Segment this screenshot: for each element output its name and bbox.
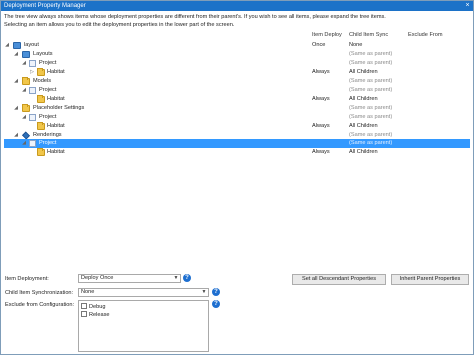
tree-row-selected[interactable]: ◢ Project (Same as parent)	[4, 139, 470, 148]
expand-arrow-icon[interactable]: ◢	[21, 139, 27, 148]
inherit-parent-properties-button[interactable]: Inherit Parent Properties	[391, 274, 469, 285]
child-sync-value: All Children	[349, 149, 378, 155]
tree-item-name: Habitat	[47, 69, 65, 75]
folder-icon	[37, 148, 45, 156]
expand-arrow-icon[interactable]: ◢	[13, 104, 19, 113]
tree-item-name: Project	[39, 60, 57, 66]
deployment-property-manager-window: Deployment Property Manager × The tree v…	[0, 0, 474, 355]
help-icon[interactable]: ?	[212, 288, 220, 296]
configuration-debug-checkbox[interactable]: Debug	[81, 303, 105, 311]
child-item-sync-label: Child Item Synchronization:	[5, 290, 74, 296]
description: The tree view always shows items whose d…	[4, 14, 470, 29]
expand-arrow-icon[interactable]: ◢	[21, 86, 27, 95]
folder-icon	[37, 95, 45, 103]
item-deploy-value: Once	[312, 42, 326, 48]
folder-icon	[22, 104, 30, 112]
child-item-sync-select[interactable]: None ▼	[78, 288, 209, 297]
help-icon[interactable]: ?	[183, 274, 191, 282]
page-icon	[29, 60, 36, 67]
child-sync-value: All Children	[349, 69, 378, 75]
tree-item-name: layout	[24, 42, 39, 48]
description-line-1: The tree view always shows items whose d…	[4, 14, 386, 20]
configuration-list[interactable]: Debug Release	[78, 300, 209, 352]
checkbox-icon	[81, 311, 87, 317]
page-icon	[29, 87, 36, 94]
configuration-release-checkbox[interactable]: Release	[81, 311, 110, 319]
tree-row[interactable]: Habitat Always All Children	[4, 148, 470, 157]
page-icon	[29, 140, 36, 147]
child-sync-value: (Same as parent)	[349, 87, 393, 93]
folder-icon	[37, 68, 45, 76]
tree-row[interactable]: Habitat Always All Children	[4, 95, 470, 104]
column-header-item-deploy[interactable]: Item Deploy	[312, 32, 342, 40]
configuration-name: Debug	[89, 304, 106, 310]
tree-row[interactable]: ◢ layout Once None	[4, 41, 470, 50]
item-deploy-value: Always	[312, 96, 330, 102]
page-icon	[29, 114, 36, 121]
child-sync-value: (Same as parent)	[349, 78, 393, 84]
tree-item-name: Models	[33, 78, 52, 84]
tree-row[interactable]: ◢ Project (Same as parent)	[4, 113, 470, 122]
tree-row[interactable]: ◢ Project (Same as parent)	[4, 59, 470, 68]
child-sync-value: (Same as parent)	[349, 140, 393, 146]
item-deploy-value: Always	[312, 69, 330, 75]
column-header-child-item-sync[interactable]: Child Item Sync	[349, 32, 388, 40]
folder-icon	[37, 122, 45, 130]
tree-item-name: Habitat	[47, 96, 65, 102]
checkbox-icon	[81, 303, 87, 309]
tree-row[interactable]: ◢ Placeholder Settings (Same as parent)	[4, 104, 470, 113]
child-sync-value: (Same as parent)	[349, 51, 393, 57]
item-deploy-value: Always	[312, 149, 330, 155]
exclude-from-configuration-label: Exclude from Configuration:	[5, 302, 75, 308]
chevron-down-icon: ▼	[201, 289, 207, 295]
set-all-descendant-properties-button[interactable]: Set all Descendant Properties	[292, 274, 386, 285]
expand-arrow-icon[interactable]: ◢	[21, 59, 27, 68]
folder-icon	[22, 77, 30, 85]
deployment-properties-panel: Item Deployment: Deploy Once ▼ ? Child I…	[1, 271, 473, 355]
child-sync-value: (Same as parent)	[349, 60, 393, 66]
item-deploy-value: Always	[312, 123, 330, 129]
layout-icon	[13, 42, 21, 49]
tree-item-name: Project	[39, 114, 57, 120]
collapsed-arrow-icon[interactable]: ▷	[29, 68, 35, 77]
child-sync-value: (Same as parent)	[349, 114, 393, 120]
child-sync-value: All Children	[349, 96, 378, 102]
child-sync-value: (Same as parent)	[349, 105, 393, 111]
tree-row[interactable]: ◢ Layouts (Same as parent)	[4, 50, 470, 59]
layouts-icon	[22, 51, 30, 58]
close-icon[interactable]: ×	[463, 2, 472, 10]
expand-arrow-icon[interactable]: ◢	[4, 41, 10, 50]
title-bar: Deployment Property Manager ×	[1, 1, 473, 11]
child-item-sync-value: None	[81, 289, 95, 295]
tree-item-name: Layouts	[33, 51, 53, 57]
item-deployment-value: Deploy Once	[81, 275, 114, 281]
tree-row[interactable]: ◢ Models (Same as parent)	[4, 77, 470, 86]
tree-item-name: Project	[39, 87, 57, 93]
configuration-name: Release	[89, 312, 110, 318]
child-sync-value: None	[349, 42, 363, 48]
tree-row[interactable]: ▷ Habitat Always All Children	[4, 68, 470, 77]
tree-item-name: Placeholder Settings	[33, 105, 85, 111]
tree-item-name: Habitat	[47, 123, 65, 129]
item-deployment-label: Item Deployment:	[5, 276, 49, 282]
child-sync-value: All Children	[349, 123, 378, 129]
tree-item-name: Habitat	[47, 149, 65, 155]
chevron-down-icon: ▼	[173, 275, 179, 281]
tree-row[interactable]: Habitat Always All Children	[4, 122, 470, 131]
help-icon[interactable]: ?	[212, 300, 220, 308]
expand-arrow-icon[interactable]: ◢	[13, 77, 19, 86]
expand-arrow-icon[interactable]: ◢	[13, 50, 19, 59]
item-deployment-select[interactable]: Deploy Once ▼	[78, 274, 181, 283]
tree-item-name: Project	[39, 140, 57, 146]
tree-row[interactable]: ◢ Project (Same as parent)	[4, 86, 470, 95]
description-line-2: Selecting an item allows you to edit the…	[4, 21, 235, 28]
window-title: Deployment Property Manager	[4, 3, 86, 9]
expand-arrow-icon[interactable]: ◢	[21, 113, 27, 122]
column-header-exclude-from[interactable]: Exclude From	[408, 32, 443, 40]
